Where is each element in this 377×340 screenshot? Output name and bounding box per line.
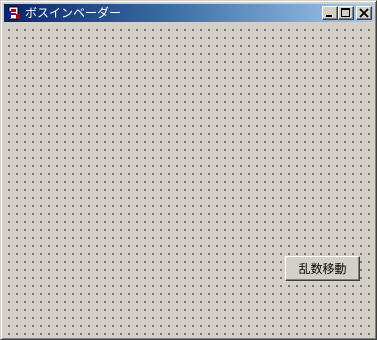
title-bar[interactable]: ボスインベーダー [4, 4, 373, 22]
close-icon [359, 8, 369, 18]
app-window: ボスインベーダー 乱数移動 [0, 0, 377, 340]
close-button[interactable] [356, 6, 372, 20]
minimize-button[interactable] [322, 6, 338, 20]
minimize-icon [326, 15, 332, 17]
maximize-icon [341, 8, 350, 17]
maximize-button[interactable] [338, 6, 354, 20]
app-icon[interactable] [6, 5, 22, 21]
dotted-canvas[interactable]: 乱数移動 [4, 23, 373, 336]
window-title: ボスインベーダー [25, 6, 122, 20]
random-move-button[interactable]: 乱数移動 [285, 256, 360, 281]
